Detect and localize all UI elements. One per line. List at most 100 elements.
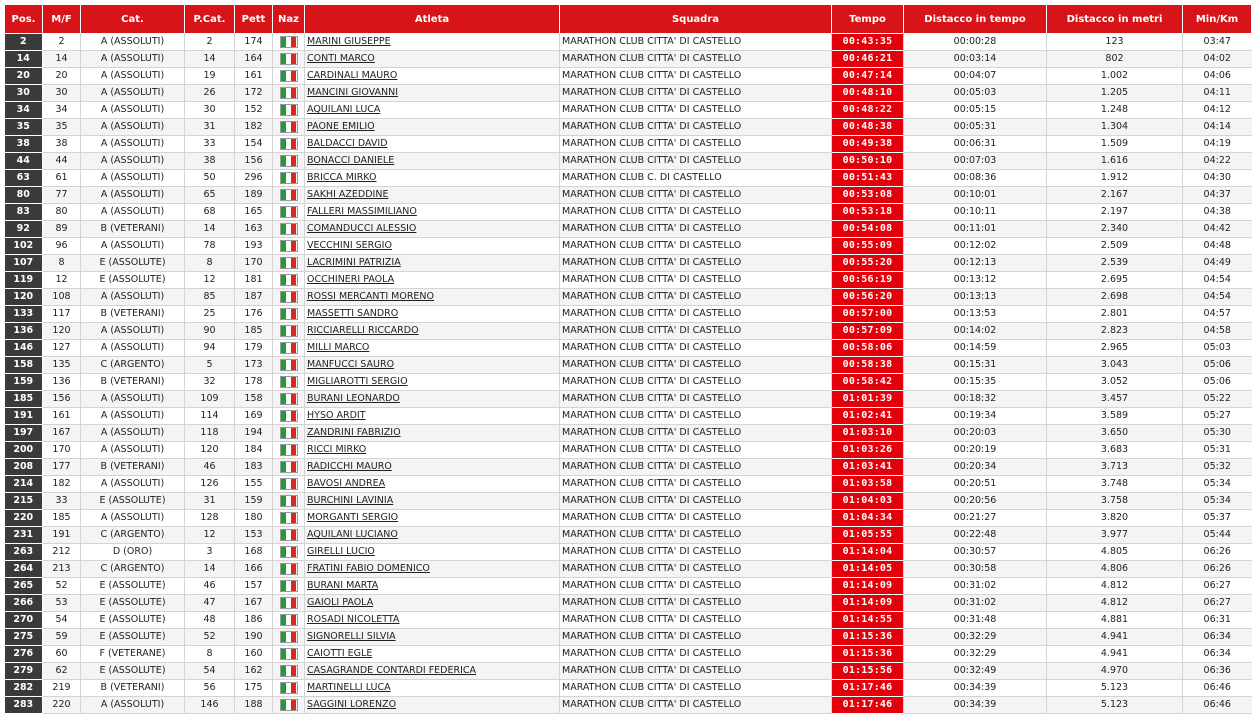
col-header-athlete[interactable]: Atleta <box>304 4 560 34</box>
category-cell: A (ASSOLUTI) <box>80 509 185 527</box>
time-cell: 01:14:09 <box>831 577 904 595</box>
athlete-link[interactable]: ZANDRINI FABRIZIO <box>307 427 401 438</box>
gap-meters-cell: 1.205 <box>1046 84 1183 102</box>
athlete-link[interactable]: MORGANTI SERGIO <box>307 512 398 523</box>
athlete-link[interactable]: BRICCA MIRKO <box>307 172 377 183</box>
athlete-link[interactable]: FALLERI MASSIMILIANO <box>307 206 417 217</box>
pos-cell: 264 <box>4 560 43 578</box>
col-header-pace[interactable]: Min/Km <box>1182 4 1252 34</box>
team-cell: MARATHON CLUB CITTA' DI CASTELLO <box>559 203 832 221</box>
athlete-link[interactable]: OCCHINERI PAOLA <box>307 274 394 285</box>
pace-cell: 04:14 <box>1182 118 1252 136</box>
athlete-link[interactable]: BAVOSI ANDREA <box>307 478 385 489</box>
cat-position-cell: 38 <box>184 152 235 170</box>
col-header-gap-meters[interactable]: Distacco in metri <box>1046 4 1183 34</box>
athlete-link[interactable]: HYSO ARDIT <box>307 410 366 421</box>
athlete-link[interactable]: MARINI GIUSEPPE <box>307 36 391 47</box>
athlete-link[interactable]: BALDACCI DAVID <box>307 138 388 149</box>
athlete-cell: CASAGRANDE CONTARDI FEDERICA <box>304 662 560 680</box>
nationality-cell <box>272 577 305 595</box>
category-cell: C (ARGENTO) <box>80 526 185 544</box>
italy-flag-icon <box>279 307 298 320</box>
athlete-link[interactable]: COMANDUCCI ALESSIO <box>307 223 416 234</box>
nationality-cell <box>272 220 305 238</box>
table-row: 158 135 C (ARGENTO) 5 173 MANFUCCI SAURO MARAT… <box>4 356 1252 374</box>
italy-flag-icon <box>279 69 298 82</box>
athlete-link[interactable]: MANFUCCI SAURO <box>307 359 394 370</box>
table-row: 30 30 A (ASSOLUTI) 26 172 MANCINI GIOVANNI MAR… <box>4 84 1252 102</box>
col-header-pos[interactable]: Pos. <box>4 4 43 34</box>
mf-cell: 62 <box>42 662 81 680</box>
athlete-link[interactable]: MASSETTI SANDRO <box>307 308 398 319</box>
athlete-link[interactable]: ROSADI NICOLETTA <box>307 614 399 625</box>
athlete-link[interactable]: GAIOLI PAOLA <box>307 597 373 608</box>
bib-cell: 185 <box>234 322 273 340</box>
athlete-link[interactable]: CAIOTTI EGLE <box>307 648 372 659</box>
category-cell: E (ASSOLUTE) <box>80 577 185 595</box>
category-cell: A (ASSOLUTI) <box>80 390 185 408</box>
athlete-link[interactable]: BURCHINI LAVINIA <box>307 495 393 506</box>
col-header-mf[interactable]: M/F <box>42 4 81 34</box>
athlete-link[interactable]: MANCINI GIOVANNI <box>307 87 398 98</box>
pos-cell: 270 <box>4 611 43 629</box>
category-cell: A (ASSOLUTI) <box>80 407 185 425</box>
italy-flag-icon <box>279 494 298 507</box>
col-header-pcat[interactable]: P.Cat. <box>184 4 235 34</box>
athlete-link[interactable]: AQUILANI LUCA <box>307 104 380 115</box>
athlete-link[interactable]: MARTINELLI LUCA <box>307 682 391 693</box>
athlete-link[interactable]: CONTI MARCO <box>307 53 375 64</box>
athlete-link[interactable]: PAONE EMILIO <box>307 121 375 132</box>
gap-meters-cell: 3.977 <box>1046 526 1183 544</box>
athlete-link[interactable]: BURANI MARTA <box>307 580 378 591</box>
team-cell: MARATHON CLUB CITTA' DI CASTELLO <box>559 509 832 527</box>
italy-flag-icon <box>279 86 298 99</box>
mf-cell: 96 <box>42 237 81 255</box>
col-header-gap-time[interactable]: Distacco in tempo <box>903 4 1047 34</box>
cat-position-cell: 50 <box>184 169 235 187</box>
athlete-cell: HYSO ARDIT <box>304 407 560 425</box>
col-header-cat[interactable]: Cat. <box>80 4 185 34</box>
athlete-link[interactable]: CASAGRANDE CONTARDI FEDERICA <box>307 665 476 676</box>
athlete-link[interactable]: CARDINALI MAURO <box>307 70 397 81</box>
athlete-link[interactable]: SIGNORELLI SILVIA <box>307 631 396 642</box>
gap-time-cell: 00:32:49 <box>903 662 1047 680</box>
bib-cell: 170 <box>234 254 273 272</box>
time-cell: 00:48:10 <box>831 84 904 102</box>
col-header-pett[interactable]: Pett <box>234 4 273 34</box>
cat-position-cell: 114 <box>184 407 235 425</box>
athlete-link[interactable]: BURANI LEONARDO <box>307 393 400 404</box>
athlete-link[interactable]: SAGGINI LORENZO <box>307 699 396 710</box>
cat-position-cell: 14 <box>184 50 235 68</box>
athlete-link[interactable]: RADICCHI MAURO <box>307 461 392 472</box>
athlete-link[interactable]: RICCIARELLI RICCARDO <box>307 325 419 336</box>
cat-position-cell: 12 <box>184 526 235 544</box>
category-cell: A (ASSOLUTI) <box>80 322 185 340</box>
athlete-link[interactable]: BONACCI DANIELE <box>307 155 394 166</box>
italy-flag-icon <box>279 35 298 48</box>
athlete-link[interactable]: LACRIMINI PATRIZIA <box>307 257 401 268</box>
athlete-link[interactable]: FRATINI FABIO DOMENICO <box>307 563 430 574</box>
cat-position-cell: 32 <box>184 373 235 391</box>
athlete-link[interactable]: RICCI MIRKO <box>307 444 366 455</box>
athlete-link[interactable]: AQUILANI LUCIANO <box>307 529 398 540</box>
athlete-link[interactable]: ROSSI MERCANTI MORENO <box>307 291 434 302</box>
gap-time-cell: 00:20:03 <box>903 424 1047 442</box>
table-row: 22A (ASSOLUTI) 2 174 MARINI GIUSEPPE MARATHO… <box>4 33 1252 51</box>
gap-time-cell: 00:32:29 <box>903 645 1047 663</box>
athlete-link[interactable]: GIRELLI LUCIO <box>307 546 375 557</box>
athlete-link[interactable]: VECCHINI SERGIO <box>307 240 392 251</box>
table-row: 200 170 A (ASSOLUTI) 120 184 RICCI MIRKO MARAT… <box>4 441 1252 459</box>
col-header-team[interactable]: Squadra <box>559 4 832 34</box>
col-header-time[interactable]: Tempo <box>831 4 904 34</box>
gap-time-cell: 00:20:34 <box>903 458 1047 476</box>
italy-flag-icon <box>279 324 298 337</box>
mf-cell: 77 <box>42 186 81 204</box>
team-cell: MARATHON CLUB CITTA' DI CASTELLO <box>559 407 832 425</box>
athlete-link[interactable]: MILLI MARCO <box>307 342 369 353</box>
athlete-link[interactable]: SAKHI AZEDDINE <box>307 189 388 200</box>
col-header-naz[interactable]: Naz <box>272 4 305 34</box>
bib-cell: 155 <box>234 475 273 493</box>
athlete-cell: ROSSI MERCANTI MORENO <box>304 288 560 306</box>
cat-position-cell: 146 <box>184 696 235 714</box>
athlete-link[interactable]: MIGLIAROTTI SERGIO <box>307 376 408 387</box>
